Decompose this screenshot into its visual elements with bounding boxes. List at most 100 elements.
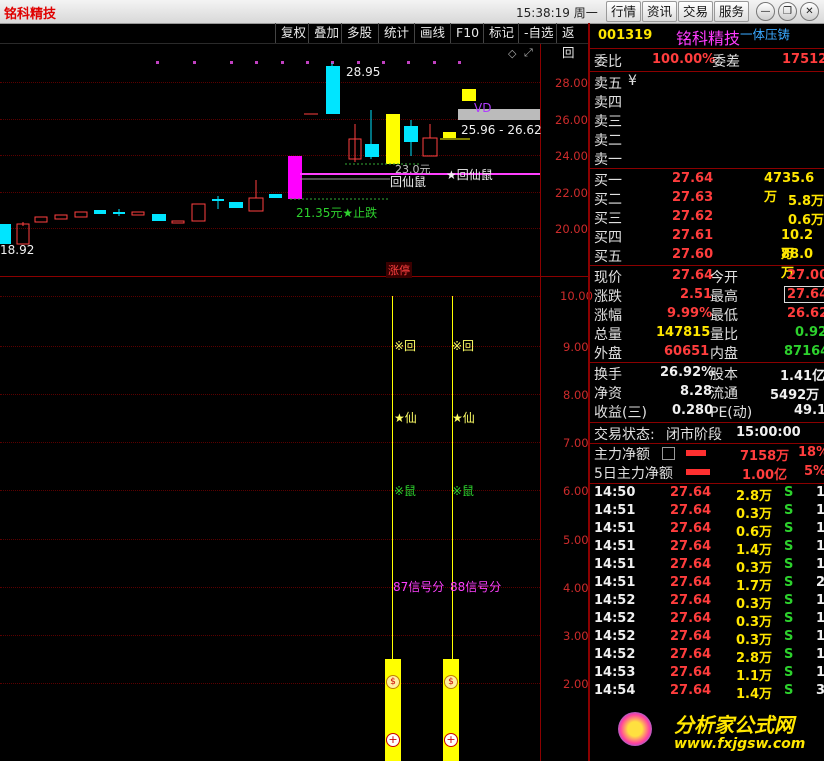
tick-row: 14:52 27.64 0.3万 S 1 bbox=[590, 629, 824, 648]
tick-count: 1 bbox=[816, 665, 824, 680]
tick-volume: 2.8万 bbox=[736, 489, 773, 504]
bid5-price: 27.60 bbox=[672, 247, 714, 262]
tick-volume: 0.3万 bbox=[736, 597, 773, 612]
indicator-tick: 7.00 bbox=[563, 436, 589, 450]
tick-volume: 1.1万 bbox=[736, 669, 773, 684]
f10-button[interactable]: F10 bbox=[450, 23, 484, 43]
indicator-tick: 9.00 bbox=[563, 340, 589, 354]
trade-status-time: 15:00:00 bbox=[736, 425, 801, 440]
minimize-icon[interactable]: — bbox=[756, 2, 775, 21]
watermark-url: www.fxjgsw.com bbox=[674, 736, 806, 752]
weicha-label: 委差 bbox=[712, 54, 740, 70]
indicator-chart[interactable]: 10.00 9.00 8.00 7.00 6.00 5.00 4.00 3.00… bbox=[0, 277, 593, 761]
tick-price: 27.64 bbox=[670, 647, 712, 662]
tick-row: 14:53 27.64 1.1万 S 1 bbox=[590, 665, 824, 684]
tick-volume: 2.8万 bbox=[736, 651, 773, 666]
mark-button[interactable]: 标记 bbox=[483, 23, 519, 43]
change-pct-value: 9.99% bbox=[667, 306, 713, 321]
fuquan-button[interactable]: 复权 bbox=[275, 23, 311, 43]
float-value: 5492万 bbox=[770, 388, 820, 403]
yen-icon: ¥ bbox=[628, 73, 637, 89]
bid2-price: 27.63 bbox=[672, 190, 714, 205]
net-asset-label: 净资 bbox=[594, 386, 622, 402]
bid5-label: 买五 bbox=[594, 249, 622, 265]
back-button[interactable]: 返回 bbox=[556, 23, 590, 60]
service-button[interactable]: 服务 bbox=[714, 1, 750, 22]
tick-time: 14:54 bbox=[594, 683, 636, 698]
float-label: 流通 bbox=[710, 386, 738, 402]
turnover-value: 26.92% bbox=[660, 365, 715, 380]
tick-row: 14:54 27.64 1.4万 S 3 bbox=[590, 683, 824, 702]
bid1-price: 27.64 bbox=[672, 171, 714, 186]
tick-time: 14:51 bbox=[594, 521, 636, 536]
price-tick: 24.00 bbox=[555, 149, 588, 163]
change-label: 涨跌 bbox=[594, 289, 622, 305]
ask5-label: 卖五 bbox=[594, 76, 622, 92]
draw-line-button[interactable]: 画线 bbox=[414, 23, 450, 43]
watermark: 分析家公式网 www.fxjgsw.com bbox=[612, 706, 824, 761]
tick-time: 14:52 bbox=[594, 629, 636, 644]
indicator-tick: 4.00 bbox=[563, 581, 589, 595]
clock: 15:38:19 周一 bbox=[516, 6, 598, 20]
restore-icon[interactable]: ❐ bbox=[778, 2, 797, 21]
tick-count: 2 bbox=[816, 575, 824, 590]
share-capital-value: 1.41亿 bbox=[780, 369, 824, 384]
tick-volume: 1.4万 bbox=[736, 543, 773, 558]
tick-price: 27.64 bbox=[670, 503, 712, 518]
signal-label-1: 回仙鼠 bbox=[390, 175, 427, 189]
tick-count: 1 bbox=[816, 485, 824, 500]
tick-time: 14:51 bbox=[594, 503, 636, 518]
main-flow5-label: 5日主力净额 bbox=[594, 466, 673, 482]
share-capital-label: 股本 bbox=[710, 367, 738, 383]
news-button[interactable]: 资讯 bbox=[642, 1, 678, 22]
tick-side: S bbox=[784, 647, 794, 662]
tick-price: 27.64 bbox=[670, 557, 712, 572]
limit-up-tag: 涨停 bbox=[386, 262, 412, 278]
plus-icon: + bbox=[444, 733, 458, 747]
tick-time: 14:51 bbox=[594, 557, 636, 572]
tick-volume: 1.4万 bbox=[736, 687, 773, 702]
hui-label-1: ※回 bbox=[394, 339, 417, 353]
high-label: 28.95 bbox=[346, 65, 381, 79]
tick-volume: 0.3万 bbox=[736, 561, 773, 576]
tick-time: 14:53 bbox=[594, 665, 636, 680]
bid3-volume: 0.6万 bbox=[788, 213, 824, 228]
tick-volume: 1.7万 bbox=[736, 579, 773, 594]
main-flow5-value: 1.00亿 bbox=[742, 468, 788, 483]
tick-count: 1 bbox=[816, 593, 824, 608]
tick-row: 14:52 27.64 0.3万 S 1 bbox=[590, 593, 824, 612]
concept-tag[interactable]: 一体压铸 bbox=[740, 24, 790, 43]
tick-price: 27.64 bbox=[670, 683, 712, 698]
tick-price: 27.64 bbox=[670, 611, 712, 626]
overlay-button[interactable]: 叠加 bbox=[308, 23, 344, 43]
tick-price: 27.64 bbox=[670, 665, 712, 680]
volume-label: 总量 bbox=[594, 327, 622, 343]
tick-row: 14:50 27.64 2.8万 S 1 bbox=[590, 485, 824, 504]
tick-count: 1 bbox=[816, 611, 824, 626]
trade-button[interactable]: 交易 bbox=[678, 1, 714, 22]
tick-row: 14:51 27.64 1.4万 S 1 bbox=[590, 539, 824, 558]
tick-price: 27.64 bbox=[670, 593, 712, 608]
tick-side: S bbox=[784, 611, 794, 626]
tick-count: 1 bbox=[816, 557, 824, 572]
low-price-label: 最低 bbox=[710, 308, 738, 324]
kline-chart[interactable]: 28.00 26.00 24.00 22.00 20.00 28.95 25.9… bbox=[0, 44, 590, 276]
multi-stock-button[interactable]: 多股 bbox=[341, 23, 377, 43]
market-button[interactable]: 行情 bbox=[606, 1, 642, 22]
main-flow-detail-icon[interactable] bbox=[662, 447, 675, 460]
tick-price: 27.64 bbox=[670, 629, 712, 644]
bid3-label: 买三 bbox=[594, 211, 622, 227]
watermark-title: 分析家公式网 bbox=[674, 713, 794, 737]
tick-time: 14:52 bbox=[594, 611, 636, 626]
close-icon[interactable]: ✕ bbox=[800, 2, 819, 21]
ask3-label: 卖三 bbox=[594, 114, 622, 130]
stats-button[interactable]: 统计 bbox=[378, 23, 414, 43]
low-label: 18.92 bbox=[0, 243, 35, 257]
shu-label-1: ※鼠 bbox=[394, 484, 417, 498]
bid2-label: 买二 bbox=[594, 192, 622, 208]
watchlist-remove-button[interactable]: -自选 bbox=[518, 23, 559, 43]
tick-time: 14:50 bbox=[594, 485, 636, 500]
indicator-tick: 6.00 bbox=[563, 484, 589, 498]
bid4-price: 27.61 bbox=[672, 228, 714, 243]
pe-label: PE(动) bbox=[710, 405, 753, 421]
